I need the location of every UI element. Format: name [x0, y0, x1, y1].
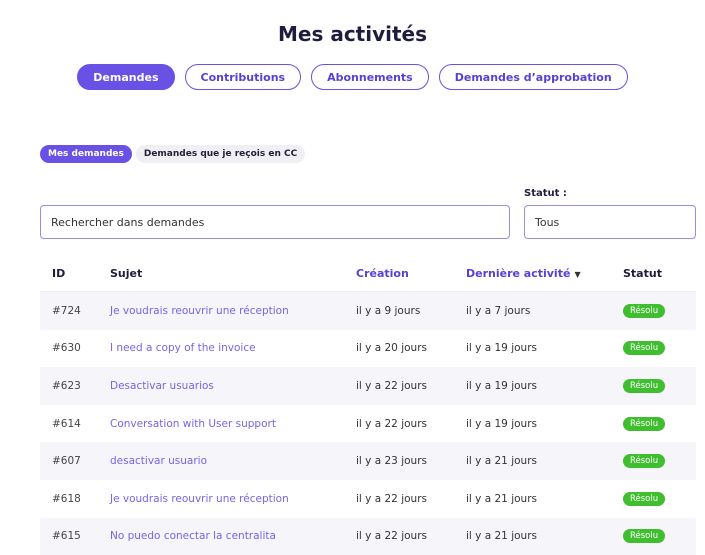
row-subject-link[interactable]: desactivar usuario [110, 455, 207, 467]
status-badge: Résolu [623, 491, 666, 506]
status-badge: Résolu [623, 529, 666, 544]
row-subject-link[interactable]: Conversation with User support [110, 418, 276, 430]
subtab-mes-demandes[interactable]: Mes demandes [40, 145, 132, 163]
row-subject-link[interactable]: I need a copy of the invoice [110, 342, 256, 354]
row-subject-link[interactable]: Je voudrais reouvrir une réception [110, 493, 289, 505]
row-created: il y a 22 jours [356, 492, 427, 505]
row-created: il y a 20 jours [356, 342, 427, 355]
sort-down-icon: ▼ [574, 269, 581, 279]
table-row: #618 Je voudrais reouvrir une réception … [40, 480, 696, 518]
row-id: #607 [52, 455, 81, 468]
table-header: ID Sujet Création Dernière activité ▼ Sta… [40, 255, 696, 292]
row-id: #618 [52, 492, 81, 505]
status-badge: Résolu [623, 303, 666, 318]
table-row: #614 Conversation with User support il y… [40, 405, 696, 443]
tab-abonnements[interactable]: Abonnements [311, 64, 429, 90]
status-badge: Résolu [623, 341, 666, 356]
row-last-activity: il y a 19 jours [466, 417, 537, 430]
tab-demandes[interactable]: Demandes [77, 64, 175, 90]
row-subject-link[interactable]: Desactivar usuarios [110, 380, 214, 392]
row-last-activity: il y a 7 jours [466, 304, 531, 317]
header-last-activity-label: Dernière activité [466, 266, 571, 280]
row-id: #614 [52, 417, 81, 430]
subtab-demandes-cc[interactable]: Demandes que je reçois en CC [135, 145, 306, 163]
row-last-activity: il y a 19 jours [466, 379, 537, 392]
row-id: #724 [52, 304, 81, 317]
row-id: #623 [52, 379, 81, 392]
header-subject: Sujet [110, 266, 143, 280]
header-id: ID [52, 266, 66, 280]
status-badge: Résolu [623, 378, 666, 393]
activity-tabs: Demandes Contributions Abonnements Deman… [0, 64, 705, 90]
row-subject-link[interactable]: No puedo conectar la centralita [110, 530, 276, 542]
table-row: #615 No puedo conectar la centralita il … [40, 517, 696, 555]
status-badge: Résolu [623, 416, 666, 431]
search-input[interactable] [40, 205, 510, 239]
tab-demandes-approbation[interactable]: Demandes d’approbation [438, 64, 628, 90]
status-badge: Résolu [623, 454, 666, 469]
row-id: #630 [52, 342, 81, 355]
page-title: Mes activités [277, 22, 428, 46]
table-row: #607 desactivar usuario il y a 23 jours … [40, 442, 696, 480]
row-created: il y a 22 jours [356, 379, 427, 392]
row-last-activity: il y a 21 jours [466, 492, 537, 505]
table-row: #724 Je voudrais reouvrir une réception … [40, 292, 696, 330]
request-subtabs: Mes demandes Demandes que je reçois en C… [40, 145, 306, 163]
row-created: il y a 22 jours [356, 417, 427, 430]
row-id: #615 [52, 530, 81, 543]
header-created[interactable]: Création [346, 267, 456, 280]
status-filter-label: Statut : [524, 188, 567, 199]
row-subject-link[interactable]: Je voudrais reouvrir une réception [110, 305, 289, 317]
status-filter-value: Tous [535, 215, 560, 229]
row-created: il y a 9 jours [356, 304, 421, 317]
header-status: Statut [623, 266, 662, 280]
status-filter-select[interactable]: Tous [524, 205, 696, 239]
table-row: #623 Desactivar usuarios il y a 22 jours… [40, 367, 696, 405]
table-row: #630 I need a copy of the invoice il y a… [40, 330, 696, 368]
row-last-activity: il y a 21 jours [466, 455, 537, 468]
tab-contributions[interactable]: Contributions [184, 64, 302, 90]
row-last-activity: il y a 21 jours [466, 530, 537, 543]
requests-table: ID Sujet Création Dernière activité ▼ Sta… [40, 255, 696, 555]
header-last-activity[interactable]: Dernière activité ▼ [456, 267, 611, 280]
row-created: il y a 23 jours [356, 455, 427, 468]
table-body: #724 Je voudrais reouvrir une réception … [40, 292, 696, 555]
row-last-activity: il y a 19 jours [466, 342, 537, 355]
row-created: il y a 22 jours [356, 530, 427, 543]
